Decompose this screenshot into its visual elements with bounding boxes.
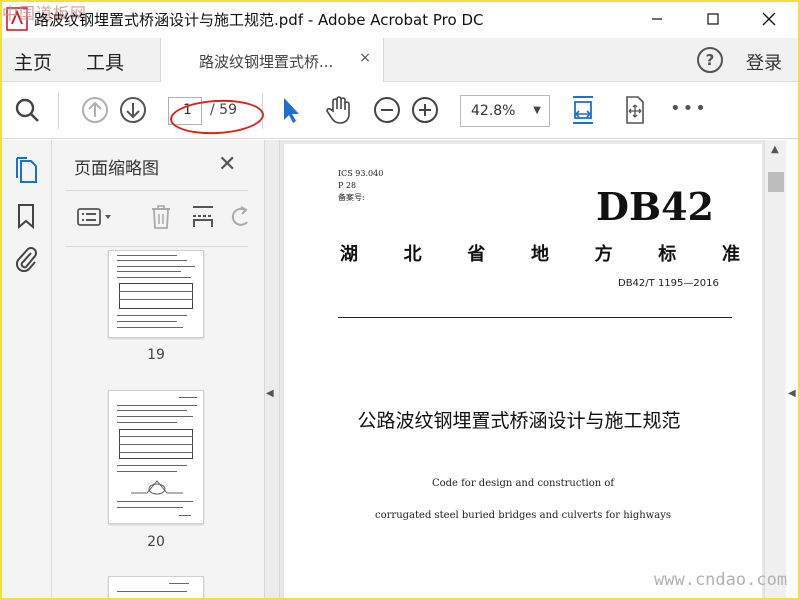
watermark-bottom: www.cndao.com [654, 570, 788, 590]
rotate-page-icon[interactable] [228, 204, 254, 230]
login-button[interactable]: 登录 [746, 49, 782, 75]
expand-right-panel-icon[interactable]: ◀ [788, 388, 796, 399]
nav-tools[interactable]: 工具 [86, 48, 124, 75]
thumbnail-panel: 页面缩略图 ✕ 19 20 [52, 140, 307, 600]
full-screen-icon[interactable] [620, 95, 650, 125]
province-standard-heading: 湖 北 省 地 方 标 准 [340, 240, 740, 266]
chevron-down-icon: ▼ [533, 105, 541, 116]
panel-splitter[interactable] [264, 140, 280, 600]
ics-block: ICS 93.040 P 28 备案号: [338, 168, 383, 204]
close-window-button[interactable] [746, 0, 792, 38]
collapse-panel-icon[interactable]: ◀ [266, 388, 274, 399]
bookmark-icon[interactable] [12, 202, 40, 230]
panel-divider [66, 190, 248, 191]
close-icon [762, 12, 776, 26]
scroll-up-icon[interactable]: ▲ [771, 144, 779, 155]
nav-home[interactable]: 主页 [14, 48, 52, 75]
search-icon[interactable] [12, 95, 42, 125]
thumbnail-options-icon[interactable] [76, 204, 116, 230]
heading-char: 湖 [340, 244, 358, 265]
ics-line: 备案号: [338, 193, 365, 202]
minimize-icon [652, 18, 662, 20]
maximize-icon [707, 13, 719, 25]
toolbar-divider [58, 93, 59, 129]
zoom-in-icon[interactable] [410, 95, 440, 125]
left-rail [0, 140, 52, 600]
heading-char: 方 [594, 244, 613, 265]
next-page-icon[interactable] [118, 95, 148, 125]
previous-page-icon[interactable] [80, 95, 110, 125]
heading-char: 标 [658, 244, 677, 265]
panel-title: 页面缩略图 [74, 159, 159, 179]
thumbnail-list: 19 20 [52, 250, 242, 600]
ics-line: P 28 [338, 181, 357, 190]
ics-line: ICS 93.040 [338, 169, 384, 178]
heading-char: 地 [530, 244, 549, 265]
document-tab-label: 路波纹钢埋置式桥... [199, 53, 334, 71]
document-tab-close-button[interactable]: × [359, 50, 371, 66]
toolbar: 1 / 59 42.8% ▼ ••• [0, 83, 800, 139]
help-icon[interactable]: ? [697, 47, 723, 73]
page-thumbnail[interactable] [108, 250, 204, 338]
page-thumbnail[interactable] [108, 390, 204, 524]
document-tab[interactable]: 路波纹钢埋置式桥... × [160, 38, 384, 82]
more-options-icon[interactable]: ••• [670, 98, 708, 119]
document-viewer: ICS 93.040 P 28 备案号: DB42 湖 北 省 地 方 标 准 … [280, 140, 786, 600]
page-thumbnail[interactable] [108, 576, 204, 600]
scrollbar-thumb[interactable] [768, 172, 784, 192]
insert-page-icon[interactable] [190, 204, 216, 230]
panel-toolbar [52, 196, 264, 240]
fit-page-icon[interactable] [568, 95, 598, 125]
horizontal-rule [338, 317, 732, 318]
pdf-page: ICS 93.040 P 28 备案号: DB42 湖 北 省 地 方 标 准 … [284, 144, 762, 600]
window-title: 路波纹钢埋置式桥涵设计与施工规范.pdf - Adobe Acrobat Pro… [34, 11, 484, 29]
standard-code: DB42 [596, 184, 714, 229]
tab-bar: 主页 工具 路波纹钢埋置式桥... × ? 登录 [0, 38, 800, 82]
panel-divider [66, 246, 248, 247]
maximize-button[interactable] [690, 0, 736, 38]
hand-tool-icon[interactable] [324, 95, 354, 125]
zoom-value: 42.8% [471, 103, 516, 119]
english-title-line: Code for design and construction of [431, 478, 615, 489]
heading-char: 北 [403, 244, 422, 265]
thumbnail-page-number: 20 [147, 534, 165, 550]
panel-close-button[interactable]: ✕ [218, 152, 236, 177]
thumbnail-page-number: 19 [147, 347, 165, 363]
heading-char: 省 [467, 244, 486, 265]
page-thumbnails-icon[interactable] [12, 156, 40, 184]
minimize-button[interactable] [634, 0, 680, 38]
delete-page-icon[interactable] [148, 204, 174, 230]
heading-char: 准 [721, 244, 740, 265]
select-cursor-icon[interactable] [276, 95, 306, 125]
zoom-select[interactable]: 42.8% ▼ [460, 95, 550, 127]
attachment-icon[interactable] [12, 244, 40, 272]
standard-number: DB42/T 1195—2016 [618, 278, 719, 289]
document-title: 公路波纹钢埋置式桥涵设计与施工规范 [357, 410, 681, 432]
zoom-out-icon[interactable] [372, 95, 402, 125]
english-title-line: corrugated steel buried bridges and culv… [375, 510, 671, 521]
title-bar: 中国道板网 路波纹钢埋置式桥涵设计与施工规范.pdf - Adobe Acrob… [0, 0, 800, 38]
document-scrollbar[interactable]: ▲ [764, 140, 786, 600]
thumbnail-figure [131, 480, 183, 495]
